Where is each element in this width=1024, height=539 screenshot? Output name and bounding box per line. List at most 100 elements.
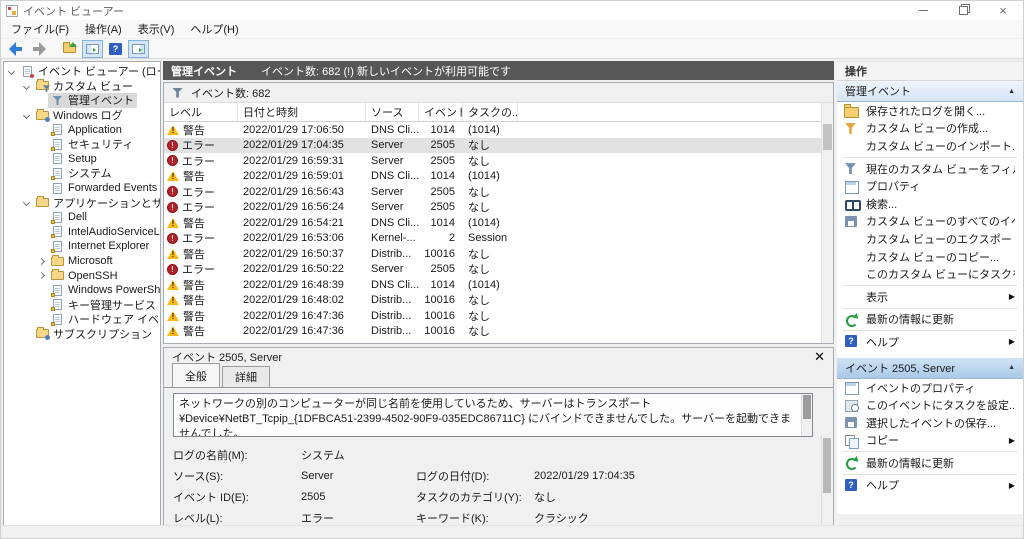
action-item-1-4[interactable]: 最新の情報に更新: [837, 454, 1023, 472]
close-button[interactable]: ×: [983, 1, 1023, 20]
expander-placeholder: [36, 137, 48, 152]
tree-item-1[interactable]: カスタム ビュー: [4, 79, 160, 94]
tree-item-17[interactable]: ハードウェア イベント: [4, 312, 160, 327]
action-item-0-3[interactable]: 現在のカスタム ビューをフィルター...: [837, 160, 1023, 178]
event-id: 10016: [424, 325, 455, 338]
expander-placeholder: [36, 181, 48, 196]
event-row-9[interactable]: エラー 2022/01/29 16:50:22 Server 2505 なし: [164, 262, 833, 278]
tree-item-label-wrap: Setup: [48, 152, 100, 167]
scrollbar-thumb[interactable]: [803, 395, 811, 419]
show-console-tree-button[interactable]: [82, 39, 103, 58]
column-header-3[interactable]: イベント ...: [419, 103, 463, 121]
open-saved-log-button[interactable]: [59, 40, 80, 58]
menu-item-1[interactable]: 操作(A): [77, 20, 130, 38]
action-item-0-12[interactable]: ヘルプ ▶: [837, 333, 1023, 351]
tab-全般[interactable]: 全般: [172, 363, 220, 387]
tree-item-5[interactable]: セキュリティ: [4, 137, 160, 152]
column-header-1[interactable]: 日付と時刻: [238, 103, 366, 121]
action-item-1-3[interactable]: コピー ▶: [837, 432, 1023, 450]
action-section-header-1[interactable]: イベント 2505, Server ▲: [837, 357, 1023, 379]
action-item-0-5[interactable]: 検索...: [837, 195, 1023, 213]
event-task-category: (1014): [468, 278, 500, 291]
tree-item-13[interactable]: Microsoft: [4, 254, 160, 269]
forward-button[interactable]: [28, 40, 49, 58]
tree-item-label: Application: [68, 123, 122, 136]
tree-item-12[interactable]: Internet Explorer: [4, 239, 160, 254]
chevron-right-icon[interactable]: [36, 254, 48, 269]
event-row-2[interactable]: エラー 2022/01/29 16:59:31 Server 2505 なし: [164, 153, 833, 169]
show-action-pane-button[interactable]: [128, 39, 149, 58]
chevron-up-icon[interactable]: ▲: [1008, 364, 1015, 371]
message-scrollbar[interactable]: [801, 394, 812, 436]
action-item-0-9[interactable]: このカスタム ビューにタスクを設定...: [837, 265, 1023, 283]
field-value: 2022/01/29 17:04:35: [534, 469, 635, 482]
tree-item-14[interactable]: OpenSSH: [4, 268, 160, 283]
tree-item-2[interactable]: 管理イベント: [4, 93, 160, 108]
column-header-4[interactable]: タスクの...: [463, 103, 518, 121]
action-section-title: イベント 2505, Server: [845, 362, 956, 375]
event-row-10[interactable]: 警告 2022/01/29 16:48:39 DNS Cli... 1014 (1014…: [164, 277, 833, 293]
action-item-0-7[interactable]: カスタム ビューのエクスポート...: [837, 230, 1023, 248]
back-button[interactable]: [5, 40, 26, 58]
tree-item-0[interactable]: イベント ビューアー (ローカル): [4, 64, 160, 79]
event-row-6[interactable]: 警告 2022/01/29 16:54:21 DNS Cli... 1014 (1014…: [164, 215, 833, 231]
action-item-0-11[interactable]: 最新の情報に更新: [837, 311, 1023, 329]
view-subtitle: イベント数: 682 (!) 新しいイベントが利用可能です: [261, 65, 511, 78]
chevron-up-icon[interactable]: ▲: [1008, 88, 1015, 95]
event-row-13[interactable]: 警告 2022/01/29 16:47:36 Distrib... 10016 なし: [164, 324, 833, 340]
event-row-1[interactable]: エラー 2022/01/29 17:04:35 Server 2505 なし: [164, 137, 833, 153]
chevron-down-icon[interactable]: [21, 79, 33, 94]
column-header-2[interactable]: ソース: [366, 103, 419, 121]
scrollbar-thumb[interactable]: [823, 124, 832, 150]
tree-item-4[interactable]: Application: [4, 122, 160, 137]
field-value: エラー: [301, 512, 334, 525]
tree-item-7[interactable]: システム: [4, 166, 160, 181]
chevron-down-icon[interactable]: [21, 195, 33, 210]
column-header-0[interactable]: レベル: [164, 103, 238, 121]
minimize-button[interactable]: [903, 1, 943, 20]
menu-item-0[interactable]: ファイル(F): [3, 20, 77, 38]
event-list-scrollbar[interactable]: [821, 103, 833, 343]
tree-item-3[interactable]: Windows ログ: [4, 108, 160, 123]
event-row-8[interactable]: 警告 2022/01/29 16:50:37 Distrib... 10016 なし: [164, 246, 833, 262]
event-row-5[interactable]: エラー 2022/01/29 16:56:24 Server 2505 なし: [164, 200, 833, 216]
event-row-0[interactable]: 警告 2022/01/29 17:06:50 DNS Cli... 1014 (1014…: [164, 122, 833, 138]
close-icon[interactable]: ✕: [814, 350, 825, 363]
action-section-header-0[interactable]: 管理イベント ▲: [837, 81, 1023, 102]
action-item-1-5[interactable]: ヘルプ ▶: [837, 477, 1023, 495]
action-item-0-10[interactable]: 表示 ▶: [837, 288, 1023, 306]
event-row-4[interactable]: エラー 2022/01/29 16:56:43 Server 2505 なし: [164, 184, 833, 200]
action-item-0-1[interactable]: カスタム ビューの作成...: [837, 120, 1023, 138]
event-row-7[interactable]: エラー 2022/01/29 16:53:06 Kernel-... 2 Session: [164, 231, 833, 247]
restore-button[interactable]: [943, 1, 983, 20]
event-row-11[interactable]: 警告 2022/01/29 16:48:02 Distrib... 10016 なし: [164, 293, 833, 309]
event-row-3[interactable]: 警告 2022/01/29 16:59:01 DNS Cli... 1014 (1014…: [164, 169, 833, 185]
action-item-0-4[interactable]: プロパティ: [837, 177, 1023, 195]
menu-item-3[interactable]: ヘルプ(H): [182, 20, 246, 38]
chevron-right-icon[interactable]: [36, 268, 48, 283]
tree-item-15[interactable]: Windows PowerShell: [4, 283, 160, 298]
tab-詳細[interactable]: 詳細: [222, 366, 270, 388]
action-item-0-2[interactable]: カスタム ビューのインポート...: [837, 137, 1023, 155]
tree-item-16[interactable]: キー管理サービス: [4, 298, 160, 313]
action-item-1-2[interactable]: 選択したイベントの保存...: [837, 414, 1023, 432]
detail-scrollbar[interactable]: [821, 436, 832, 526]
tree-item-6[interactable]: Setup: [4, 152, 160, 167]
tree-item-10[interactable]: Dell: [4, 210, 160, 225]
scrollbar-thumb[interactable]: [823, 438, 831, 493]
action-item-1-1[interactable]: このイベントにタスクを設定...: [837, 396, 1023, 414]
help-button[interactable]: ?: [105, 40, 126, 58]
chevron-down-icon[interactable]: [21, 108, 33, 123]
chevron-down-icon[interactable]: [6, 64, 18, 79]
tree-item-9[interactable]: アプリケーションとサービス ログ: [4, 195, 160, 210]
event-row-12[interactable]: 警告 2022/01/29 16:47:36 Distrib... 10016 なし: [164, 308, 833, 324]
tree-item-8[interactable]: Forwarded Events: [4, 181, 160, 196]
action-item-0-8[interactable]: カスタム ビューのコピー...: [837, 248, 1023, 266]
action-item-0-0[interactable]: 保存されたログを開く...: [837, 102, 1023, 120]
event-message-box[interactable]: ネットワークの別のコンピューターが同じ名前を使用しているため、サーバーはトランス…: [173, 393, 813, 437]
action-item-1-0[interactable]: イベントのプロパティ: [837, 379, 1023, 397]
tree-item-11[interactable]: IntelAudioServiceLog: [4, 225, 160, 240]
action-item-0-6[interactable]: カスタム ビューのすべてのイベントを名...: [837, 213, 1023, 231]
menu-item-2[interactable]: 表示(V): [130, 20, 183, 38]
tree-item-18[interactable]: サブスクリプション: [4, 327, 160, 342]
